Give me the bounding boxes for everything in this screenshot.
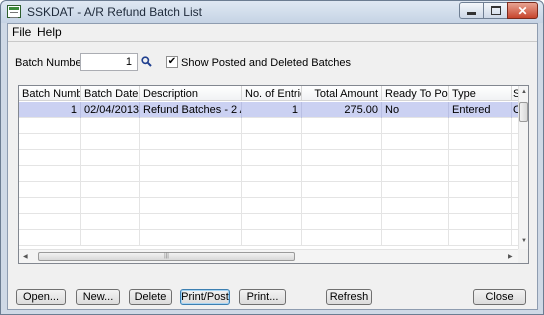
new-button[interactable]: New... [76,289,120,305]
vertical-scroll-thumb[interactable] [519,102,528,122]
empty-row [19,214,518,230]
minimize-button[interactable] [459,2,484,19]
column-header[interactable]: Type [449,86,512,101]
checkmark-icon: ✔ [167,56,177,67]
empty-row [19,150,518,166]
cell-description: Refund Batches - 2 Ap... [140,102,242,118]
menu-bar: File Help [8,24,537,40]
scroll-left-icon[interactable]: ◀ [23,254,28,260]
column-header[interactable]: No. of Entries [242,86,302,101]
menu-help[interactable]: Help [37,25,62,39]
cell-ready-to-post: No [382,102,449,118]
menu-file[interactable]: File [12,25,31,39]
maximize-icon [490,6,501,15]
window-title: SSKDAT - A/R Refund Batch List [27,5,202,19]
empty-row [19,230,518,246]
title-bar[interactable]: SSKDAT - A/R Refund Batch List ✕ [1,1,543,23]
table-row[interactable]: 1 02/04/2013 Refund Batches - 2 Ap... 1 … [19,102,518,118]
grid-rows: 1 02/04/2013 Refund Batches - 2 Ap... 1 … [19,102,518,246]
column-header[interactable]: Ready To Post [382,86,449,101]
menu-divider [8,41,537,42]
column-header[interactable]: Batch Date [81,86,140,101]
refresh-button[interactable]: Refresh [326,289,372,305]
scroll-down-icon[interactable]: ▼ [521,238,527,244]
cell-type: Entered [449,102,512,118]
empty-row [19,166,518,182]
scroll-up-icon[interactable]: ▲ [521,89,527,95]
close-window-button[interactable]: ✕ [507,2,538,19]
horizontal-scroll-thumb[interactable]: ||| [38,252,295,261]
scroll-right-icon[interactable]: ▶ [508,254,513,260]
print-button[interactable]: Print... [239,289,286,305]
batch-number-label: Batch Number [15,57,86,69]
cell-batch-number: 1 [19,102,81,118]
column-header[interactable]: Batch Number [19,86,81,101]
close-button[interactable]: Close [473,289,526,305]
search-icon[interactable] [141,56,152,67]
window-client-area: File Help Batch Number 1 ✔ Show Posted a… [7,23,538,310]
app-icon [7,5,21,18]
empty-row [19,134,518,150]
empty-row [19,198,518,214]
cell-batch-date: 02/04/2013 [81,102,140,118]
batch-list-grid[interactable]: Batch Number Batch Date Description No. … [18,85,529,264]
empty-row [19,118,518,134]
open-button[interactable]: Open... [16,289,66,305]
column-header[interactable]: Description [140,86,242,101]
cell-total-amount: 275.00 [302,102,382,118]
close-icon: ✕ [517,3,528,18]
scroll-corner [518,249,528,263]
show-posted-label[interactable]: Show Posted and Deleted Batches [181,57,351,69]
show-posted-checkbox[interactable]: ✔ [166,56,178,68]
print-post-button[interactable]: Print/Post [180,289,230,305]
vertical-scrollbar[interactable]: ▲ ▼ [518,86,528,249]
column-header[interactable]: Total Amount [302,86,382,101]
maximize-button[interactable] [483,2,508,19]
app-window: SSKDAT - A/R Refund Batch List ✕ File He… [0,0,544,315]
empty-row [19,182,518,198]
grid-header: Batch Number Batch Date Description No. … [19,86,518,101]
cell-entries: 1 [242,102,302,118]
minimize-icon [467,12,476,15]
horizontal-scrollbar[interactable]: ◀ ||| ▶ [19,249,518,263]
batch-number-input[interactable]: 1 [80,53,138,71]
delete-button[interactable]: Delete [129,289,172,305]
